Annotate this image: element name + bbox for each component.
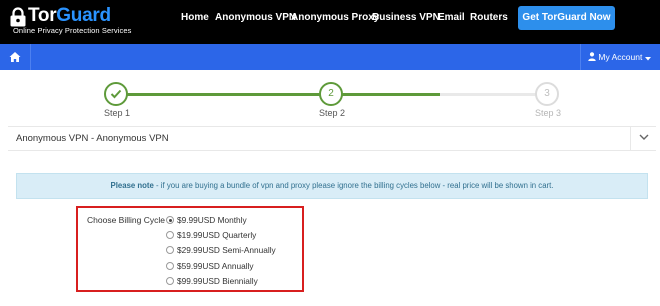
account-toolbar: My Account — [0, 44, 660, 70]
radio-button[interactable] — [166, 246, 174, 254]
nav-routers[interactable]: Routers — [470, 12, 508, 23]
billing-cycle-box: Choose Billing Cycle $9.99USD Monthly $1… — [76, 206, 304, 292]
my-account-label: My Account — [598, 52, 643, 62]
radio-button[interactable] — [166, 231, 174, 239]
padlock-icon — [10, 7, 26, 27]
my-account-menu[interactable]: My Account — [588, 52, 651, 62]
step-2-indicator: 2 — [319, 82, 343, 106]
step-3-label: Step 3 — [535, 108, 562, 118]
step-3-indicator: 3 — [535, 82, 559, 106]
get-torguard-now-button[interactable]: Get TorGuard Now — [518, 6, 615, 30]
nav-home[interactable]: Home — [181, 12, 209, 23]
progress-line-partial — [340, 93, 440, 96]
radio-button[interactable] — [166, 277, 174, 285]
logo-tagline: Online Privacy Protection Services — [13, 26, 132, 35]
user-icon — [588, 52, 596, 61]
toolbar-divider — [30, 44, 31, 70]
billing-option-label: $9.99USD Monthly — [177, 215, 247, 225]
billing-note-alert: Please note - if you are buying a bundle… — [16, 173, 648, 199]
product-expand-toggle[interactable] — [630, 127, 656, 150]
note-text: - if you are buying a bundle of vpn and … — [153, 181, 554, 190]
billing-cycle-label: Choose Billing Cycle — [87, 215, 165, 225]
note-strong: Please note — [110, 181, 154, 190]
billing-option-label: $29.99USD Semi-Annually — [177, 245, 276, 255]
step-2-label: Step 2 — [319, 108, 346, 118]
site-header: TorGuard Online Privacy Protection Servi… — [0, 0, 660, 44]
product-header[interactable]: Anonymous VPN - Anonymous VPN — [8, 126, 656, 151]
logo-title-main: Tor — [28, 5, 57, 26]
step-1-indicator — [104, 82, 128, 106]
nav-email[interactable]: Email — [438, 12, 465, 23]
logo-title: TorGuard — [28, 5, 111, 27]
home-icon[interactable] — [8, 50, 22, 64]
progress-line-pending — [440, 93, 548, 96]
checkmark-icon — [110, 89, 122, 99]
billing-option-label: $19.99USD Quarterly — [177, 230, 257, 240]
torguard-logo[interactable]: TorGuard Online Privacy Protection Servi… — [9, 5, 139, 39]
nav-anonymous-vpn[interactable]: Anonymous VPN — [215, 12, 296, 23]
radio-button-selected[interactable] — [166, 216, 174, 224]
chevron-down-icon — [639, 134, 649, 140]
billing-option-label: $59.99USD Annually — [177, 261, 254, 271]
nav-business-vpn[interactable]: Business VPN — [372, 12, 440, 23]
caret-down-icon — [644, 57, 651, 61]
billing-option-label: $99.99USD Biennially — [177, 276, 258, 286]
toolbar-divider — [580, 44, 581, 70]
radio-button[interactable] — [166, 262, 174, 270]
logo-title-accent: Guard — [56, 5, 111, 26]
step-1-label: Step 1 — [104, 108, 131, 118]
progress-line-complete — [116, 93, 330, 96]
product-title: Anonymous VPN - Anonymous VPN — [16, 133, 169, 144]
nav-anonymous-proxy[interactable]: Anonymous Proxy — [291, 12, 379, 23]
